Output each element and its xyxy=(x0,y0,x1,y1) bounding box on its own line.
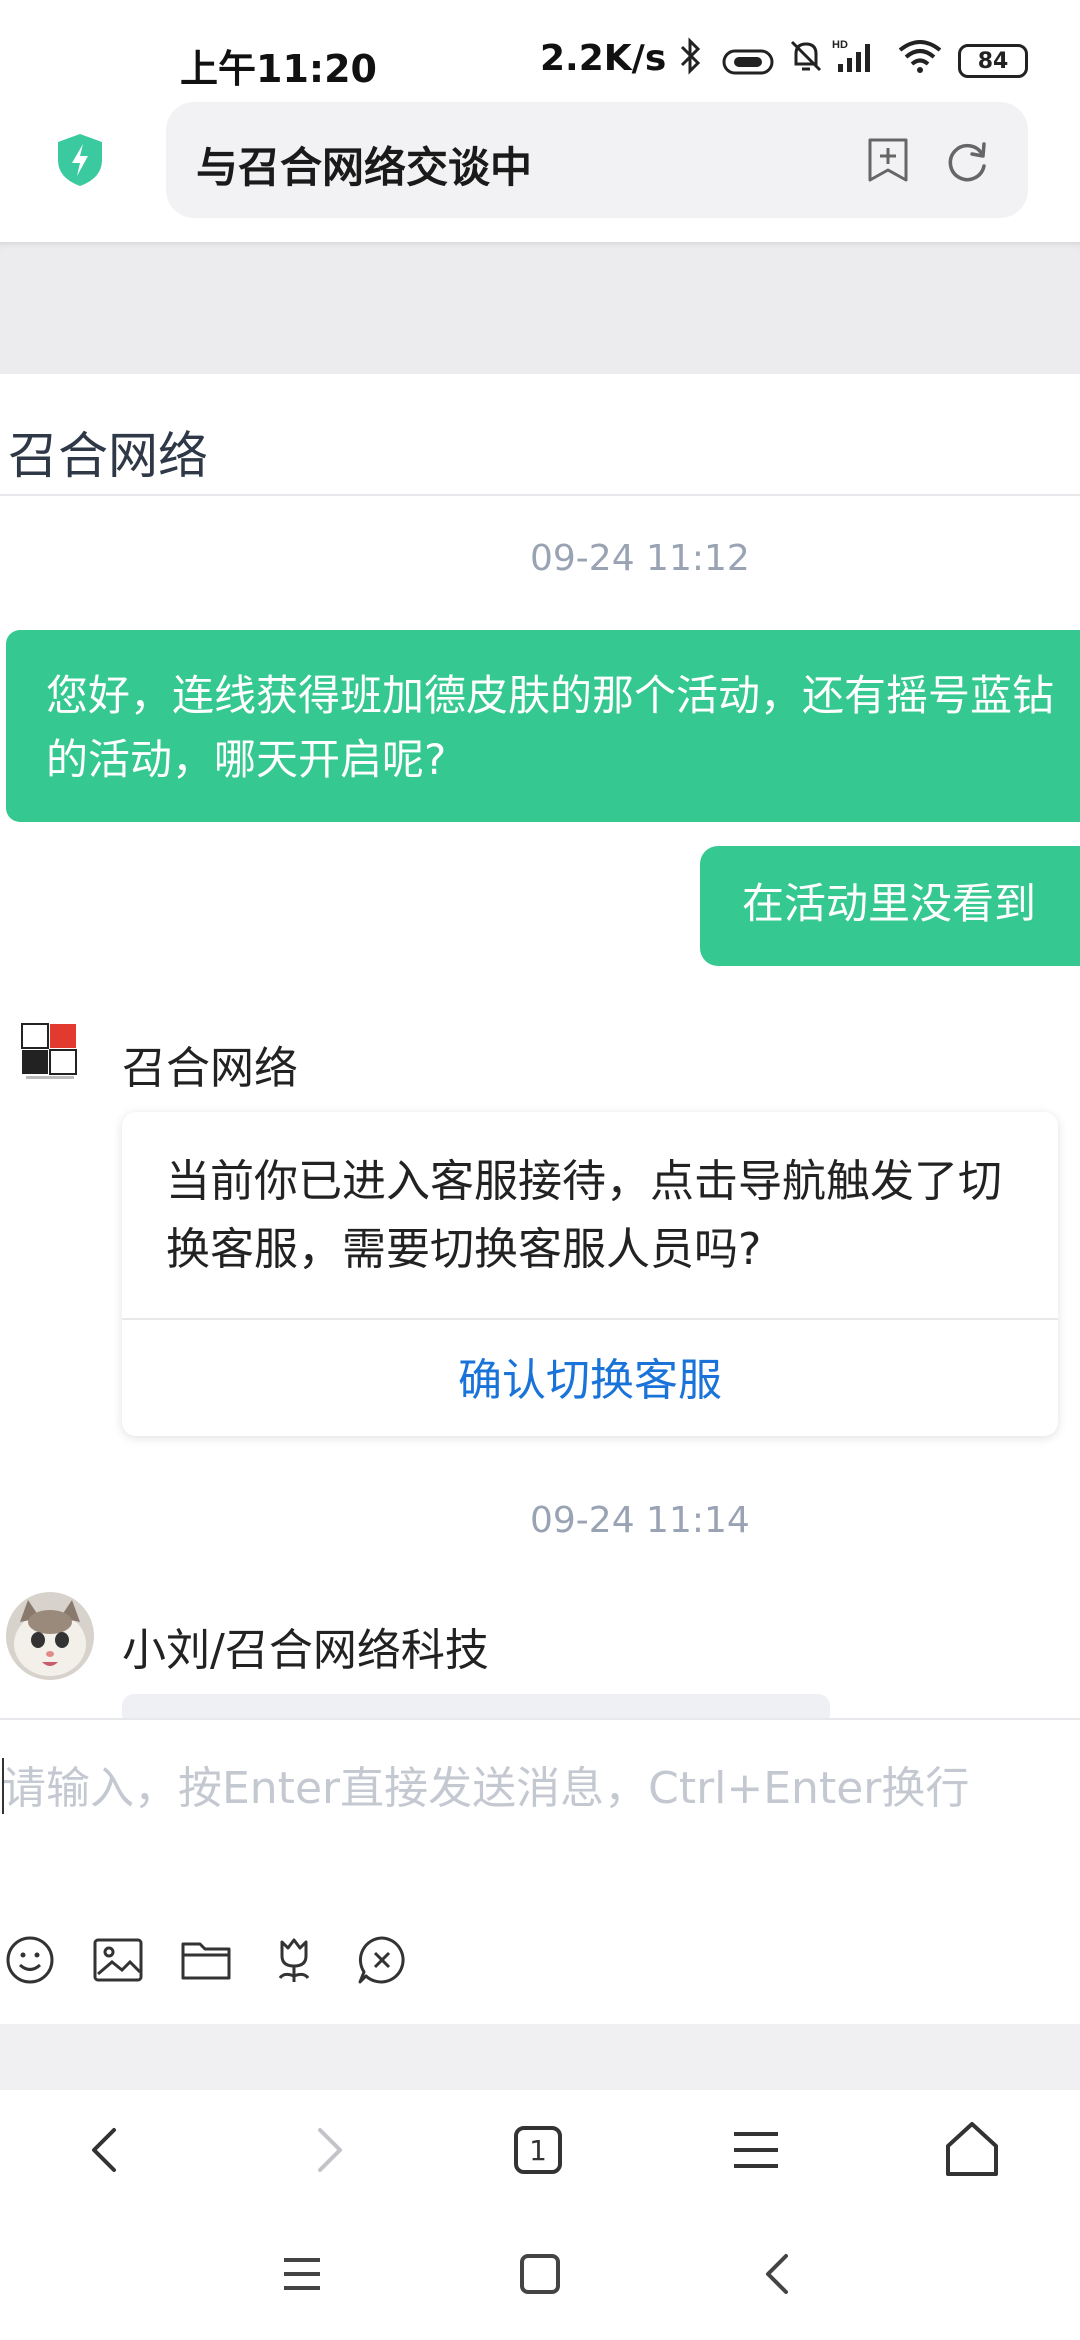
confirm-switch-agent-button[interactable]: 确认切换客服 xyxy=(122,1344,1058,1408)
folder-icon[interactable] xyxy=(180,1934,232,1986)
mute-bell-icon xyxy=(786,36,826,85)
divider xyxy=(0,494,1080,496)
recents-icon[interactable] xyxy=(272,2244,332,2304)
tabs-button[interactable]: 1 xyxy=(514,2126,562,2174)
battery-level: 84 xyxy=(977,48,1009,74)
bluetooth-icon xyxy=(676,36,706,85)
end-chat-icon[interactable] xyxy=(356,1934,408,1986)
security-shield-icon[interactable] xyxy=(54,132,106,188)
card-message: 当前你已进入客服接待，点击导航触发了切换客服，需要切换客服人员吗? xyxy=(166,1156,1002,1275)
card-divider xyxy=(122,1318,1058,1320)
text-caret xyxy=(2,1758,4,1814)
image-icon[interactable] xyxy=(92,1934,144,1986)
system-home-icon[interactable] xyxy=(510,2244,570,2304)
back-icon[interactable] xyxy=(74,2118,138,2182)
outgoing-message: 您好，连线获得班加德皮肤的那个活动，还有摇号蓝钻的活动，哪天开启呢? xyxy=(6,630,1080,822)
emoji-icon[interactable] xyxy=(4,1934,56,1986)
reload-icon[interactable] xyxy=(944,138,990,184)
message-timestamp: 09-24 11:12 xyxy=(530,538,750,579)
flower-icon[interactable] xyxy=(268,1934,320,1986)
message-timestamp: 09-24 11:14 xyxy=(530,1500,750,1541)
cellular-signal-icon: HD xyxy=(832,36,882,85)
page-title[interactable]: 与召合网络交谈中 xyxy=(196,134,532,195)
page-bottom-band xyxy=(0,2024,1080,2090)
battery-icon: 84 xyxy=(958,44,1028,78)
home-icon[interactable] xyxy=(940,2118,1004,2182)
forward-icon[interactable] xyxy=(296,2118,360,2182)
outgoing-message: 在活动里没看到 xyxy=(700,846,1080,966)
sender-name: 召合网络 xyxy=(122,1043,298,1094)
chat-title: 召合网络 xyxy=(8,427,208,485)
status-time: 上午11:20 xyxy=(180,47,377,91)
add-bookmark-icon[interactable] xyxy=(866,136,910,184)
wifi-icon xyxy=(896,36,944,85)
agent-avatar xyxy=(6,1592,94,1680)
message-input[interactable] xyxy=(0,1752,1064,1824)
agent-name: 小刘/召合网络科技 xyxy=(122,1625,489,1676)
svg-text:HD: HD xyxy=(832,39,848,51)
vibrate-icon xyxy=(720,46,776,86)
system-back-icon[interactable] xyxy=(748,2244,808,2304)
tab-count: 1 xyxy=(529,2133,547,2167)
menu-icon[interactable] xyxy=(724,2118,788,2182)
incoming-message xyxy=(122,1694,830,1718)
network-speed: 2.2K/s xyxy=(540,38,667,79)
company-logo-avatar xyxy=(20,1022,80,1082)
page-top-band xyxy=(0,242,1080,374)
